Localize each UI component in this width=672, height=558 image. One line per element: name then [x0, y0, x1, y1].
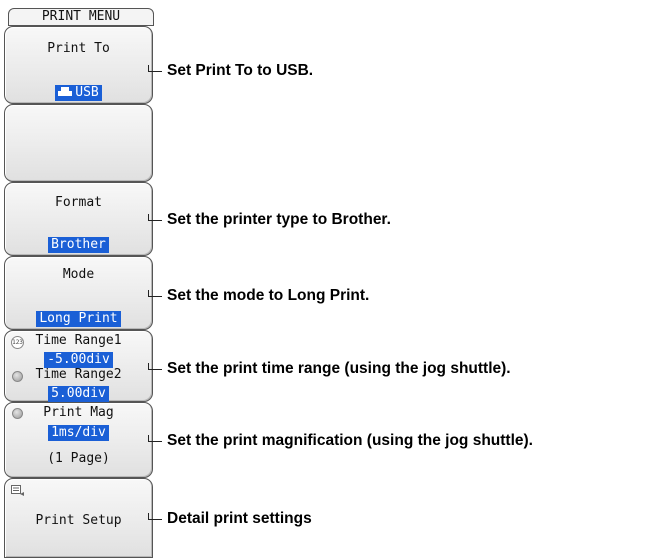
format-label: Format	[55, 195, 102, 210]
format-button[interactable]: Format Brother	[4, 182, 153, 256]
mode-label: Mode	[62, 267, 95, 282]
annotation-print-to: Set Print To to USB.	[167, 62, 314, 79]
print-mag-pages: (1 Page)	[47, 451, 110, 466]
leader-mode	[148, 296, 162, 297]
leader-format	[148, 220, 162, 221]
leader-time-range	[148, 369, 162, 370]
mode-button[interactable]: Mode Long Print	[4, 256, 153, 330]
print-setup-button[interactable]: Print Setup	[4, 478, 153, 558]
print-mag-button[interactable]: Print Mag 1ms/div (1 Page)	[4, 402, 153, 478]
setup-icon	[11, 485, 24, 496]
leader-print-setup	[148, 519, 162, 520]
print-to-value-text: USB	[75, 85, 99, 100]
format-value: Brother	[48, 237, 109, 253]
menu-title: PRINT MENU	[8, 8, 154, 26]
annotation-time-range: Set the print time range (using the jog …	[167, 360, 511, 377]
leader-print-mag	[148, 441, 162, 442]
annotation-mode: Set the mode to Long Print.	[167, 287, 370, 304]
time-range1-label: Time Range1	[35, 333, 122, 348]
print-to-button[interactable]: Print To USB	[4, 26, 153, 104]
time-range-button[interactable]: 123 Time Range1 -5.00div Time Range2 5.0…	[4, 330, 153, 402]
annotation-print-mag: Set the print magnification (using the j…	[167, 432, 533, 449]
printer-icon	[58, 87, 73, 96]
leader-print-to	[148, 71, 162, 72]
time-range2-label: Time Range2	[35, 367, 122, 382]
print-setup-label: Print Setup	[35, 513, 122, 528]
print-to-value: USB	[55, 85, 102, 101]
blank-button	[4, 104, 153, 182]
print-mag-label: Print Mag	[43, 405, 114, 420]
annotation-format: Set the printer type to Brother.	[167, 211, 391, 228]
time-range1-value: -5.00div	[44, 352, 113, 368]
annotation-print-setup: Detail print settings	[167, 510, 312, 527]
print-mag-value: 1ms/div	[48, 425, 109, 441]
print-to-label: Print To	[47, 41, 110, 56]
mode-value: Long Print	[36, 311, 121, 327]
time-range2-value: 5.00div	[48, 386, 109, 402]
